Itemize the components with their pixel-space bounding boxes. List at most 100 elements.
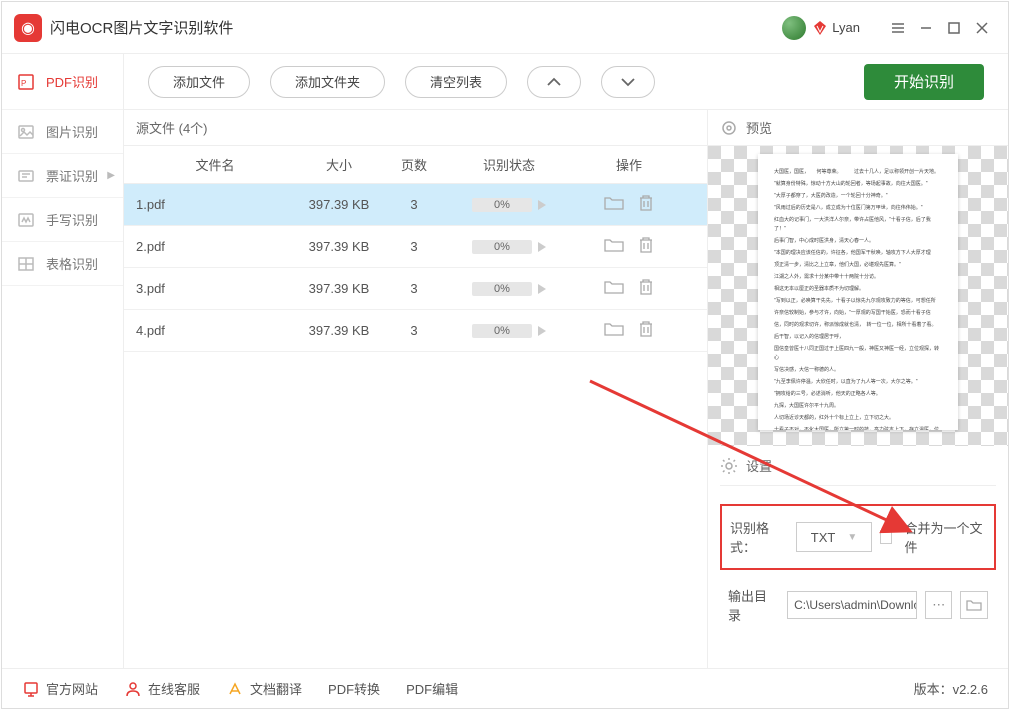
cell-name: 3.pdf (124, 281, 294, 296)
cell-size: 397.39 KB (294, 323, 384, 338)
format-row-highlight: 识别格式： TXT ▼ 合并为一个文件 (720, 504, 996, 570)
image-icon (16, 123, 36, 141)
cell-name: 1.pdf (124, 197, 294, 212)
open-folder-icon[interactable] (604, 279, 624, 298)
sidebar-item-label: 表格识别 (46, 254, 98, 273)
table-row[interactable]: 2.pdf397.39 KB30% (124, 226, 707, 268)
table-row[interactable]: 1.pdf397.39 KB30% (124, 184, 707, 226)
cell-name: 2.pdf (124, 239, 294, 254)
cell-size: 397.39 KB (294, 281, 384, 296)
footer-pdfconv[interactable]: PDF转换 (328, 679, 380, 698)
play-icon[interactable] (538, 284, 546, 294)
sidebar-item-handwriting[interactable]: 手写识别 (2, 198, 123, 242)
footer-pdfedit[interactable]: PDF编辑 (406, 679, 458, 698)
cell-size: 397.39 KB (294, 197, 384, 212)
open-folder-button[interactable] (960, 591, 988, 619)
sidebar-item-table[interactable]: 表格识别 (2, 242, 123, 286)
output-label: 输出目录 (728, 586, 779, 624)
format-select[interactable]: TXT ▼ (796, 522, 871, 552)
clear-list-button[interactable]: 清空列表 (405, 66, 507, 98)
ticket-icon (16, 167, 36, 185)
sidebar-item-pdf[interactable]: P PDF识别 (2, 54, 123, 110)
cell-status: 0% (444, 282, 574, 296)
open-folder-icon[interactable] (604, 195, 624, 214)
title-bar: ◉ 闪电OCR图片文字识别软件 Lyan (2, 2, 1008, 54)
maximize-button[interactable] (940, 14, 968, 42)
caret-down-icon: ▼ (847, 532, 857, 543)
sidebar-item-ticket[interactable]: 票证识别 ▶ (2, 154, 123, 198)
cell-pages: 3 (384, 281, 444, 296)
cell-name: 4.pdf (124, 323, 294, 338)
username-label[interactable]: Lyan (832, 20, 860, 35)
col-name: 文件名 (124, 155, 294, 174)
table-row[interactable]: 4.pdf397.39 KB30% (124, 310, 707, 352)
preview-page: 大国医，国医， 何等尊荣。 过去十几人，足以称领开创一片天地。 "就算身份特殊，… (758, 154, 958, 430)
app-title: 闪电OCR图片文字识别软件 (50, 17, 233, 38)
output-path-field[interactable]: C:\Users\admin\Downlo (787, 591, 917, 619)
merge-checkbox[interactable] (880, 530, 893, 544)
version-label: 版本：v2.2.6 (914, 679, 988, 698)
chevron-right-icon: ▶ (107, 170, 115, 181)
add-file-button[interactable]: 添加文件 (148, 66, 250, 98)
svg-text:P: P (21, 79, 26, 88)
table-row[interactable]: 3.pdf397.39 KB30% (124, 268, 707, 310)
close-button[interactable] (968, 14, 996, 42)
preview-title: 预览 (746, 118, 772, 137)
add-folder-button[interactable]: 添加文件夹 (270, 66, 385, 98)
preview-header: 预览 (708, 110, 1008, 146)
handwriting-icon (16, 211, 36, 229)
footer-support[interactable]: 在线客服 (124, 679, 200, 698)
cell-pages: 3 (384, 197, 444, 212)
format-value: TXT (811, 530, 836, 545)
file-list-count: 源文件 (4个) (124, 110, 707, 146)
sidebar-item-label: 手写识别 (46, 210, 98, 229)
delete-icon[interactable] (638, 320, 654, 341)
play-icon[interactable] (538, 200, 546, 210)
move-down-button[interactable] (601, 66, 655, 98)
sidebar-item-label: 图片识别 (46, 122, 98, 141)
col-ops: 操作 (574, 155, 684, 174)
start-recognize-button[interactable]: 开始识别 (864, 64, 984, 100)
footer-doctrans[interactable]: 文档翻译 (226, 679, 302, 698)
settings-header: 设置 (720, 446, 996, 486)
settings-title: 设置 (746, 456, 772, 475)
cell-pages: 3 (384, 323, 444, 338)
format-label: 识别格式： (730, 518, 788, 556)
delete-icon[interactable] (638, 236, 654, 257)
move-up-button[interactable] (527, 66, 581, 98)
sidebar-item-label: PDF识别 (46, 72, 98, 91)
preview-area: 大国医，国医， 何等尊荣。 过去十几人，足以称领开创一片天地。 "就算身份特殊，… (708, 146, 1008, 446)
delete-icon[interactable] (638, 194, 654, 215)
avatar[interactable] (782, 16, 806, 40)
merge-label: 合并为一个文件 (904, 518, 986, 556)
col-size: 大小 (294, 155, 384, 174)
col-pages: 页数 (384, 155, 444, 174)
cell-size: 397.39 KB (294, 239, 384, 254)
footer: 官方网站 在线客服 文档翻译 PDF转换 PDF编辑 版本：v2.2.6 (2, 668, 1008, 708)
play-icon[interactable] (538, 242, 546, 252)
vip-icon (812, 20, 828, 36)
open-folder-icon[interactable] (604, 237, 624, 256)
table-header: 文件名 大小 页数 识别状态 操作 (124, 146, 707, 184)
file-list-panel: 源文件 (4个) 文件名 大小 页数 识别状态 操作 1.pdf397.39 K… (124, 110, 708, 668)
sidebar-item-label: 票证识别 (46, 166, 98, 185)
minimize-button[interactable] (912, 14, 940, 42)
footer-site[interactable]: 官方网站 (22, 679, 98, 698)
browse-button[interactable]: ⋯ (925, 591, 953, 619)
play-icon[interactable] (538, 326, 546, 336)
open-folder-icon[interactable] (604, 321, 624, 340)
cell-status: 0% (444, 240, 574, 254)
table-icon (16, 255, 36, 273)
cell-status: 0% (444, 324, 574, 338)
cell-status: 0% (444, 198, 574, 212)
cell-pages: 3 (384, 239, 444, 254)
app-logo: ◉ (14, 14, 42, 42)
pdf-icon: P (16, 73, 36, 91)
sidebar-item-image[interactable]: 图片识别 (2, 110, 123, 154)
col-status: 识别状态 (444, 155, 574, 174)
menu-button[interactable] (884, 14, 912, 42)
sidebar: P PDF识别 图片识别 票证识别 ▶ 手写识别 表格识别 (2, 54, 124, 668)
right-pane: 预览 大国医，国医， 何等尊荣。 过去十几人，足以称领开创一片天地。 "就算身份… (708, 110, 1008, 668)
toolbar: 添加文件 添加文件夹 清空列表 开始识别 (124, 54, 1008, 110)
delete-icon[interactable] (638, 278, 654, 299)
